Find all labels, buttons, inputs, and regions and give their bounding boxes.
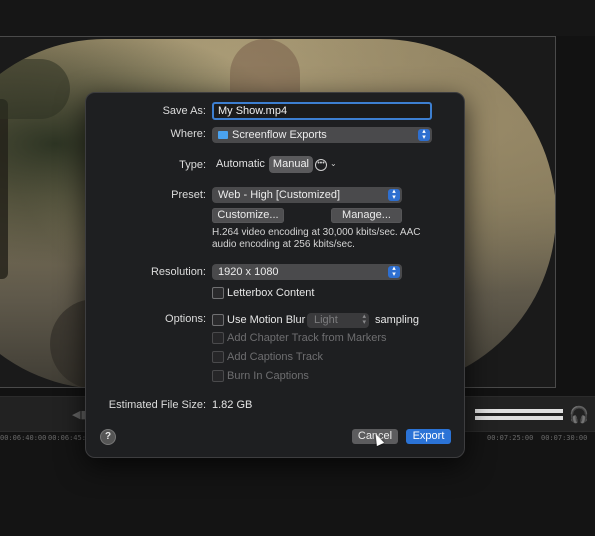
- resolution-label: Resolution:: [150, 266, 206, 278]
- letterbox-checkbox[interactable]: [212, 287, 224, 299]
- preset-value: Web - High [Customized]: [218, 189, 341, 201]
- file-size-value: 1.82 GB: [212, 399, 253, 411]
- headphones-icon[interactable]: 🎧: [569, 405, 589, 425]
- save-as-label: Save As:: [162, 105, 206, 117]
- volume-meter-right: [475, 416, 563, 420]
- where-value: Screenflow Exports: [232, 129, 327, 141]
- popup-chevron-icon: ▴ ▾: [388, 188, 400, 201]
- screenflow-app: ◀▮ 🎧 00:06:40:00 00:06:45:00 00:07:25:00…: [0, 0, 595, 536]
- video-tree-shape: [0, 99, 8, 279]
- options-label: Options:: [165, 313, 206, 325]
- burn-captions-checkbox[interactable]: [212, 370, 224, 382]
- motion-blur-quality-popup[interactable]: Light ▴ ▾: [307, 313, 369, 328]
- ruler-tick: 00:06:40:00: [0, 434, 47, 442]
- save-as-input[interactable]: My Show.mp4: [212, 102, 432, 120]
- volume-meter-left: [475, 409, 563, 413]
- file-size-label: Estimated File Size:: [108, 399, 206, 411]
- chevron-down-icon[interactable]: ⌄: [330, 159, 337, 168]
- ruler-tick: 00:07:25:00: [487, 434, 534, 442]
- help-button[interactable]: ?: [100, 429, 116, 445]
- encoding-description: H.264 video encoding at 30,000 kbits/sec…: [212, 227, 421, 250]
- type-automatic-segment[interactable]: Automatic: [212, 156, 269, 173]
- popup-chevron-icon: ▴ ▾: [362, 313, 366, 326]
- chapter-track-label: Add Chapter Track from Markers: [227, 332, 387, 344]
- motion-blur-checkbox[interactable]: [212, 314, 224, 326]
- motion-blur-label: Use Motion Blur: [227, 314, 306, 326]
- preset-popup[interactable]: Web - High [Customized] ▴ ▾: [212, 187, 402, 203]
- type-manual-segment[interactable]: Manual: [268, 156, 313, 173]
- burn-captions-label: Burn In Captions: [227, 370, 309, 382]
- where-popup[interactable]: Screenflow Exports ▴ ▾: [212, 127, 432, 143]
- motion-blur-quality-value: Light: [314, 314, 338, 326]
- letterbox-label: Letterbox Content: [227, 287, 315, 299]
- export-button[interactable]: Export: [406, 429, 451, 444]
- popup-chevron-icon: ▴ ▾: [388, 265, 400, 278]
- resolution-value: 1920 x 1080: [218, 266, 279, 278]
- ruler-tick: 00:07:30:00: [541, 434, 588, 442]
- resolution-popup[interactable]: 1920 x 1080 ▴ ▾: [212, 264, 402, 280]
- video-foliage-shape: [0, 59, 70, 119]
- popup-chevron-icon: ▴ ▾: [418, 128, 430, 141]
- customize-button[interactable]: Customize...: [212, 208, 284, 223]
- more-circle-icon[interactable]: •••: [315, 159, 327, 171]
- type-segmented-control: Automatic Manual: [212, 156, 313, 173]
- top-bar: [0, 0, 595, 36]
- chapter-track-checkbox[interactable]: [212, 332, 224, 344]
- where-label: Where:: [170, 128, 206, 140]
- type-label: Type:: [179, 159, 206, 171]
- sampling-label: sampling: [375, 314, 420, 326]
- captions-track-label: Add Captions Track: [227, 351, 323, 363]
- captions-track-checkbox[interactable]: [212, 351, 224, 363]
- preset-label: Preset:: [171, 189, 206, 201]
- manage-button[interactable]: Manage...: [331, 208, 402, 223]
- export-dialog: Save As: My Show.mp4 Where: Screenflow E…: [85, 92, 465, 458]
- folder-icon: [218, 131, 228, 139]
